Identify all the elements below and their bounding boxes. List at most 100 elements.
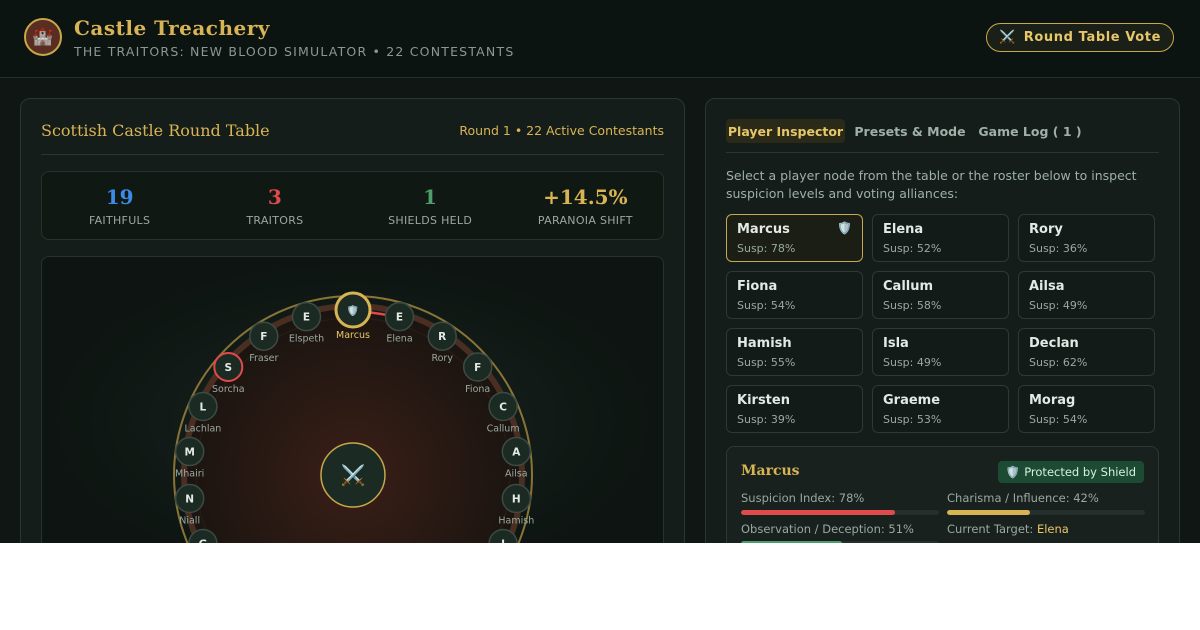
- round-table-vote-button[interactable]: ⚔️ Round Table Vote: [986, 23, 1174, 52]
- stat-value: 1: [423, 184, 438, 209]
- roster-player-name: Callum: [883, 279, 934, 294]
- round-table-svg: 🛡️ Marcus E Elena R Rory F Fiona C Callum A Ailsa HH…: [173, 291, 534, 543]
- roster-suspicion: Susp: 53%: [883, 413, 942, 426]
- crossed-swords-icon: ⚔️: [341, 463, 366, 487]
- roster-player-name: Rory: [1029, 222, 1063, 237]
- round-info: Round 1 • 22 Active Contestants: [459, 123, 664, 138]
- table-seat-marcus[interactable]: 🛡️ Marcus: [334, 291, 372, 341]
- roster-suspicion: Susp: 52%: [883, 242, 942, 255]
- roster-card[interactable]: Elena Susp: 52%: [872, 214, 1009, 262]
- stat-traitors: 3 TRAITORS: [197, 172, 352, 239]
- app-title: Castle Treachery: [74, 16, 270, 40]
- table-seat-fiona[interactable]: F Fiona: [462, 352, 493, 395]
- roster-suspicion: Susp: 55%: [737, 356, 796, 369]
- roster-player-name: Elena: [883, 222, 924, 237]
- roster-card[interactable]: Rory Susp: 36%: [1018, 214, 1155, 262]
- tab-game-log[interactable]: Game Log ( 1 ): [976, 119, 1084, 143]
- round-table-view: 🛡️ Marcus E Elena R Rory F Fiona C Callum A Ailsa H H…: [41, 256, 664, 543]
- roster-card[interactable]: Declan Susp: 62%: [1018, 328, 1155, 376]
- table-seat-rory[interactable]: R Rory: [427, 321, 457, 364]
- player-roster: Marcus Susp: 78% 🛡️ Elena Susp: 52% Rory Susp:…: [726, 214, 1156, 435]
- divider: [41, 154, 664, 155]
- stat-value: +14.5%: [543, 184, 628, 209]
- seat-initial: F: [474, 362, 481, 374]
- table-seat-elspeth[interactable]: E Elspeth: [289, 301, 324, 345]
- shield-icon: 🛡️: [1005, 465, 1021, 479]
- seat-name-label: Lachlan: [184, 423, 221, 434]
- roster-card[interactable]: Kirsten Susp: 39%: [726, 385, 863, 433]
- seat-initial: E: [396, 312, 403, 324]
- roster-suspicion: Susp: 39%: [737, 413, 796, 426]
- roster-suspicion: Susp: 49%: [883, 356, 942, 369]
- target-value[interactable]: Elena: [1037, 522, 1069, 536]
- roster-player-name: Kirsten: [737, 393, 790, 408]
- tab-presets-mode[interactable]: Presets & Mode: [852, 119, 968, 143]
- roster-suspicion: Susp: 49%: [1029, 299, 1088, 312]
- player-detail-card: Marcus 🛡️ Protected by Shield Suspicion …: [726, 446, 1159, 543]
- metric-suspicion: Suspicion Index: 78%: [741, 491, 939, 515]
- seat-name-label: Fraser: [249, 353, 278, 364]
- metric-charisma: Charisma / Influence: 42%: [947, 491, 1145, 515]
- badge-label: Protected by Shield: [1024, 465, 1136, 479]
- tab-player-inspector[interactable]: Player Inspector: [726, 119, 845, 143]
- table-seat-ailsa[interactable]: A Ailsa: [501, 436, 532, 480]
- seat-initial: M: [184, 447, 194, 459]
- roster-card[interactable]: Graeme Susp: 53%: [872, 385, 1009, 433]
- table-seat-callum[interactable]: C Callum: [487, 391, 520, 434]
- inspector-panel: Player Inspector Presets & Mode Game Log…: [705, 98, 1180, 543]
- target-label: Current Target:: [947, 522, 1034, 536]
- table-seat-mhairi[interactable]: M Mhairi: [174, 436, 205, 480]
- metric-bar: [741, 510, 939, 515]
- roster-card[interactable]: Hamish Susp: 55%: [726, 328, 863, 376]
- seat-name-label: Ailsa: [505, 469, 528, 480]
- round-table-panel: Scottish Castle Round Table Round 1 • 22…: [20, 98, 685, 543]
- table-seat-fraser[interactable]: F Fraser: [249, 321, 279, 364]
- stat-label: TRAITORS: [246, 213, 304, 227]
- seat-initial: F: [260, 331, 267, 343]
- roster-card[interactable]: Marcus Susp: 78% 🛡️: [726, 214, 863, 262]
- roster-suspicion: Susp: 54%: [1029, 413, 1088, 426]
- header: 🏰 Castle Treachery THE TRAITORS: NEW BLO…: [0, 0, 1200, 78]
- shield-icon: 🛡️: [837, 221, 852, 235]
- roster-suspicion: Susp: 78%: [737, 242, 796, 255]
- metric-bar: [741, 541, 939, 543]
- metric-label: Observation / Deception: 51%: [741, 522, 914, 536]
- seat-name-label: Rory: [431, 353, 453, 364]
- inspector-description: Select a player node from the table or t…: [726, 168, 1137, 201]
- panel-title: Scottish Castle Round Table: [41, 121, 270, 140]
- seat-initial: N: [185, 493, 194, 505]
- tab-bar: Player Inspector Presets & Mode Game Log…: [726, 119, 1159, 153]
- seat-initial: A: [512, 447, 521, 459]
- roster-card[interactable]: Callum Susp: 58%: [872, 271, 1009, 319]
- roster-player-name: Ailsa: [1029, 279, 1065, 294]
- current-target: Current Target: Elena: [947, 522, 1069, 536]
- detail-player-name: Marcus: [741, 463, 800, 479]
- metric-label: Suspicion Index: 78%: [741, 491, 865, 505]
- roster-suspicion: Susp: 54%: [737, 299, 796, 312]
- metric-fill: [947, 510, 1031, 515]
- seat-name-label: Hamish: [498, 515, 534, 526]
- seat-initial: S: [225, 362, 233, 374]
- metric-fill: [741, 510, 896, 515]
- roster-player-name: Fiona: [737, 279, 778, 294]
- stat-value: 3: [267, 184, 282, 209]
- roster-card[interactable]: Fiona Susp: 54%: [726, 271, 863, 319]
- app-window: 🏰 Castle Treachery THE TRAITORS: NEW BLO…: [0, 0, 1200, 543]
- roster-card[interactable]: Isla Susp: 49%: [872, 328, 1009, 376]
- roster-player-name: Hamish: [737, 336, 792, 351]
- table-seat-sorcha[interactable]: S Sorcha: [212, 351, 245, 395]
- roster-card[interactable]: Morag Susp: 54%: [1018, 385, 1155, 433]
- stat-label: FAITHFULS: [88, 213, 151, 227]
- seat-name-label: Mhairi: [175, 469, 204, 480]
- castle-icon: 🏰: [24, 18, 62, 56]
- table-seat-elena[interactable]: E Elena: [384, 301, 415, 345]
- table-seat-niall[interactable]: N Niall: [174, 483, 205, 526]
- stat-paranoia: +14.5% PARANOIA SHIFT: [508, 172, 663, 239]
- roster-suspicion: Susp: 36%: [1029, 242, 1088, 255]
- stats-bar: 19 FAITHFULS 3 TRAITORS 1 SHIELDS HELD +…: [41, 171, 664, 240]
- table-seat-hamish[interactable]: H Hamish: [498, 483, 534, 526]
- roster-card[interactable]: Ailsa Susp: 49%: [1018, 271, 1155, 319]
- stat-label: SHIELDS HELD: [388, 213, 473, 227]
- seat-initial: L: [200, 401, 207, 413]
- seat-name-label: Marcus: [336, 330, 370, 341]
